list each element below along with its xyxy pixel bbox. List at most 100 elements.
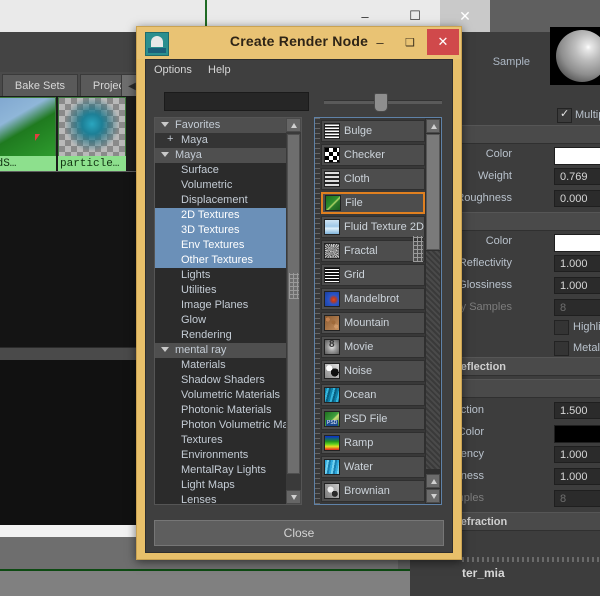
tree-item-displacement[interactable]: Displacement [155, 193, 286, 208]
node-item-fractal[interactable]: Fractal [321, 240, 425, 262]
chevron-down-icon[interactable] [161, 122, 169, 127]
menu-options[interactable]: Options [154, 64, 192, 80]
tree-item-shadow-shaders[interactable]: Shadow Shaders [155, 373, 286, 388]
swatch-refraction-color[interactable] [554, 425, 600, 443]
node-item-movie[interactable]: Movie [321, 336, 425, 358]
tree-item-photon-volumetric-ma[interactable]: Photon Volumetric Ma… [155, 418, 286, 433]
node-item-label: Fluid Texture 2D [344, 221, 424, 233]
tree-scrollbar-thumb[interactable] [287, 134, 300, 474]
node-item-mandelbrot[interactable]: Mandelbrot [321, 288, 425, 310]
render-node-list[interactable]: BulgeCheckerClothFile Fluid Texture 2D Fra… [314, 117, 442, 505]
field-index-of-refraction[interactable]: 1.500 [554, 402, 600, 419]
list-scroll-up-button[interactable] [426, 119, 440, 133]
node-item-cloth[interactable]: Cloth [321, 168, 425, 190]
tree-item-maya[interactable]: Maya [155, 148, 286, 163]
node-item-mountain[interactable]: Mountain [321, 312, 425, 334]
fluid-texture-icon [324, 219, 340, 235]
tree-item-volumetric-materials[interactable]: Volumetric Materials [155, 388, 286, 403]
dialog-maximize-button[interactable]: ❑ [397, 29, 423, 55]
tree-item-surface[interactable]: Surface [155, 163, 286, 178]
tree-scroll-down-button[interactable] [286, 490, 301, 504]
node-item-label: PSD File [344, 413, 387, 425]
node-item-ramp[interactable]: Ramp [321, 432, 425, 454]
tree-item-label: Environments [181, 449, 248, 461]
field-reflection-glossiness[interactable]: 1.000 [554, 277, 600, 294]
tree-item-textures[interactable]: Textures [155, 433, 286, 448]
field-refraction-glossiness[interactable]: 1.000 [554, 468, 600, 485]
material-sphere-preview[interactable] [550, 27, 600, 85]
tree-item-materials[interactable]: Materials [155, 358, 286, 373]
swatch-diffuse-color[interactable] [554, 147, 600, 165]
node-item[interactable] [321, 504, 425, 505]
bulge-texture-icon [324, 123, 340, 139]
node-item-brownian[interactable]: Brownian [321, 480, 425, 502]
node-category-tree[interactable]: Favorites+MayaMayaSurfaceVolumetricDispl… [154, 117, 302, 505]
tree-item-mentalray-lights[interactable]: MentalRay Lights [155, 463, 286, 478]
list-scroll-down-button[interactable] [426, 489, 440, 503]
tree-item-image-planes[interactable]: Image Planes [155, 298, 286, 313]
tree-item-mental-ray[interactable]: mental ray [155, 343, 286, 358]
node-item-psd-file[interactable]: PSD File [321, 408, 425, 430]
tree-item-2d-textures[interactable]: 2D Textures [155, 208, 286, 223]
list-scroll-up-button-2[interactable] [426, 474, 440, 488]
noise-texture-icon [324, 363, 340, 379]
tree-item-3d-textures[interactable]: 3D Textures [155, 223, 286, 238]
tree-item-other-textures[interactable]: Other Textures [155, 253, 286, 268]
tree-item-lenses[interactable]: Lenses [155, 493, 286, 504]
chevron-down-icon[interactable] [161, 347, 169, 352]
chevron-down-icon[interactable] [161, 152, 169, 157]
highlights-only-checkbox[interactable] [554, 320, 569, 335]
node-list-scrollbar[interactable] [425, 118, 441, 504]
tree-item-environments[interactable]: Environments [155, 448, 286, 463]
dialog-close-button[interactable]: ✕ [427, 29, 459, 55]
tree-item-lights[interactable]: Lights [155, 268, 286, 283]
node-item-noise[interactable]: Noise [321, 360, 425, 382]
label-reflectivity: Reflectivity [459, 257, 512, 269]
field-transparency[interactable]: 1.000 [554, 446, 600, 463]
field-diffuse-roughness[interactable]: 0.000 [554, 190, 600, 207]
row-reflection-glossy-samples: Glossy Samples 8 [462, 299, 600, 318]
tree-item-glow[interactable]: Glow [155, 313, 286, 328]
tree-item-label: Glow [181, 314, 206, 326]
tree-scrollbar-grip[interactable] [289, 273, 299, 299]
tree-item-favorites[interactable]: Favorites [155, 118, 286, 133]
node-item-ocean[interactable]: Ocean [321, 384, 425, 406]
menu-help[interactable]: Help [208, 64, 231, 80]
tree-item-maya[interactable]: +Maya [155, 133, 286, 148]
metal-material-checkbox[interactable] [554, 341, 569, 356]
close-button[interactable]: Close [154, 520, 444, 546]
node-item-file[interactable]: File [321, 192, 425, 214]
search-input[interactable] [164, 92, 309, 111]
list-scrollbar-thumb[interactable] [426, 134, 440, 250]
list-scrollbar-grip[interactable] [413, 236, 423, 262]
node-item-grid[interactable]: Grid [321, 264, 425, 286]
tree-scroll-up-button[interactable] [286, 118, 301, 132]
node-item-checker[interactable]: Checker [321, 144, 425, 166]
dialog-minimize-button[interactable]: – [367, 29, 393, 55]
swatch-reflection-color[interactable] [554, 234, 600, 252]
list-scrollbar-track[interactable] [426, 251, 440, 469]
tree-item-label: Displacement [181, 194, 248, 206]
render-thumbnail-icon[interactable] [0, 97, 56, 157]
tree-item-env-textures[interactable]: Env Textures [155, 238, 286, 253]
tree-item-rendering[interactable]: Rendering [155, 328, 286, 343]
multiplier-checkbox[interactable]: ✓ [557, 108, 572, 123]
row-diffuse-color: Color [462, 146, 600, 165]
tree-item-photonic-materials[interactable]: Photonic Materials [155, 403, 286, 418]
dialog-titlebar[interactable]: Create Render Node – ❑ ✕ [137, 27, 461, 59]
tab-bake-sets[interactable]: Bake Sets [2, 74, 78, 96]
field-reflectivity[interactable]: 1.000 [554, 255, 600, 272]
node-item-fluid-texture-2d[interactable]: Fluid Texture 2D [321, 216, 425, 238]
field-diffuse-weight[interactable]: 0.769 [554, 168, 600, 185]
node-item-bulge[interactable]: Bulge [321, 120, 425, 142]
icon-size-slider-handle[interactable] [374, 93, 388, 112]
tree-item-volumetric[interactable]: Volumetric [155, 178, 286, 193]
list-left-grip[interactable] [315, 118, 320, 504]
node-item-label: Grid [344, 269, 365, 281]
tree-item-utilities[interactable]: Utilities [155, 283, 286, 298]
plus-icon[interactable]: + [167, 133, 173, 145]
tree-item-light-maps[interactable]: Light Maps [155, 478, 286, 493]
particle-thumbnail-icon[interactable] [58, 97, 126, 157]
tree-scrollbar[interactable] [286, 118, 301, 504]
node-item-water[interactable]: Water [321, 456, 425, 478]
